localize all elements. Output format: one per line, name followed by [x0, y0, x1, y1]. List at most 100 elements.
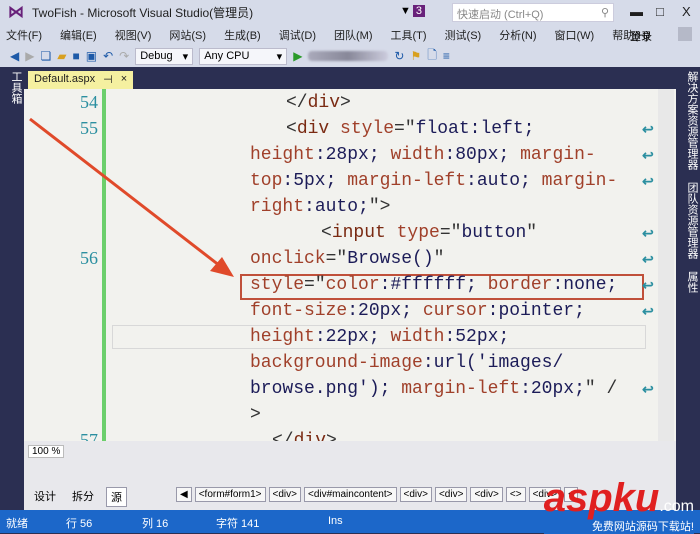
menu-item[interactable]: 网站(S) — [169, 27, 206, 43]
code-token: :80px; — [444, 145, 521, 165]
code-token: input — [331, 223, 386, 243]
breadcrumb-tag[interactable]: <div> — [470, 487, 503, 502]
code-token: =" — [439, 223, 462, 243]
scroll-left-icon[interactable]: ◀ — [176, 487, 192, 502]
back-icon[interactable]: ◀ — [10, 49, 19, 63]
toolbox-panel-tab[interactable]: 工具箱 — [0, 67, 24, 510]
breadcrumb-tag[interactable]: <div> — [399, 487, 432, 502]
minimize-button[interactable]: ▬ — [630, 4, 643, 19]
redo-icon[interactable]: ↷ — [119, 49, 129, 63]
menu-item[interactable]: 编辑(E) — [60, 27, 97, 43]
menu-item[interactable]: 分析(N) — [499, 27, 536, 43]
breadcrumb-tag[interactable]: <div#maincontent> — [303, 487, 397, 502]
comment-icon[interactable]: ≡ — [443, 49, 450, 63]
code-token: style — [329, 119, 395, 139]
notifications[interactable]: ▼ 3 — [400, 5, 426, 17]
browser-target-blurred[interactable] — [308, 51, 389, 61]
code-token: width — [390, 327, 445, 347]
code-token: :auto; — [466, 171, 542, 191]
code-line: > — [250, 404, 261, 426]
code-token: :pointer; — [487, 301, 585, 321]
code-token: :28px; — [314, 145, 391, 165]
breadcrumb-tag[interactable]: <form#form1> — [194, 487, 266, 502]
menu-item[interactable]: 工具(T) — [391, 27, 427, 43]
design-view-button[interactable]: 设计 — [30, 487, 60, 507]
solution-explorer-tab[interactable]: 解决方案资源管理器 — [680, 71, 700, 170]
platform-value: Any CPU — [204, 50, 250, 62]
code-line: <div style="float:left; — [286, 118, 534, 140]
code-token: " / — [584, 379, 618, 399]
breadcrumb-tag[interactable]: <div> — [434, 487, 468, 502]
red-arrow-annotation — [29, 117, 234, 277]
code-editor[interactable]: </div> <div style="float:left; ↩ height:28p… — [24, 89, 676, 441]
code-token: < — [286, 119, 297, 139]
tag-breadcrumb: ◀ <form#form1> <div> <div#maincontent> <div>… — [176, 487, 578, 502]
menu-item[interactable]: 调试(D) — [279, 27, 316, 43]
save-icon[interactable]: ■ — [72, 49, 79, 63]
chevron-down-icon: ▾ — [276, 50, 283, 63]
code-token: browse.png'); — [250, 379, 402, 399]
login-link[interactable]: 登录 — [630, 28, 652, 44]
code-token: margin-left — [401, 379, 521, 399]
view-switcher: 设计 拆分 源 — [30, 487, 127, 507]
tab-default-aspx[interactable]: Default.aspx ⊣ × — [28, 71, 134, 89]
avatar[interactable] — [678, 27, 692, 41]
find-icon[interactable]: ⚑ — [410, 49, 421, 63]
menu-item[interactable]: 文件(F) — [6, 27, 42, 43]
source-view-button[interactable]: 源 — [106, 487, 127, 507]
watermark-slogan: 免费网站源码下载站! — [543, 518, 694, 534]
code-token: height — [250, 145, 315, 165]
close-tab-icon[interactable]: × — [121, 73, 127, 87]
document-tabs: Default.aspx ⊣ × — [24, 67, 676, 89]
word-wrap-icon: ↩ — [642, 147, 654, 163]
line-number: 57 — [80, 430, 98, 441]
config-select[interactable]: Debug ▾ — [135, 47, 194, 65]
code-token: color — [325, 275, 380, 295]
code-token: margin-left — [347, 171, 467, 191]
maximize-button[interactable]: □ — [656, 4, 664, 19]
new-project-icon[interactable]: ❏ — [40, 49, 51, 63]
split-view-button[interactable]: 拆分 — [68, 487, 98, 507]
open-file-icon[interactable]: ▰ — [57, 49, 66, 63]
code-line: browse.png'); margin-left:20px;" / — [250, 378, 617, 400]
forward-icon[interactable]: ▶ — [25, 49, 34, 63]
menu-item[interactable]: 视图(V) — [115, 27, 152, 43]
start-icon[interactable]: ▶ — [293, 49, 302, 63]
status-mode: Ins — [328, 515, 343, 527]
undo-icon[interactable]: ↶ — [103, 49, 113, 63]
breadcrumb-tag[interactable]: <div> — [268, 487, 301, 502]
word-wrap-icon: ↩ — [642, 303, 654, 319]
code-token: :22px; — [314, 327, 391, 347]
refresh-icon[interactable]: ↻ — [394, 49, 404, 63]
code-token: " — [526, 223, 538, 243]
code-token: border — [487, 275, 553, 295]
team-explorer-tab[interactable]: 团队资源管理器 — [680, 182, 700, 259]
pin-icon[interactable]: ⊣ — [103, 73, 113, 87]
code-token: font-size — [250, 301, 348, 321]
breadcrumb-tag[interactable]: <> — [505, 487, 526, 502]
word-wrap-icon: ↩ — [642, 173, 654, 189]
code-token: > — [340, 93, 351, 113]
vertical-scrollbar[interactable] — [658, 89, 674, 441]
document-icon[interactable]: 🗋 — [427, 46, 437, 67]
menu-item[interactable]: 测试(S) — [445, 27, 482, 43]
code-line: font-size:20px; cursor:pointer; — [250, 300, 585, 322]
menu-item[interactable]: 生成(B) — [224, 27, 261, 43]
menu-item[interactable]: 窗口(W) — [555, 27, 595, 43]
status-col: 列 16 — [142, 518, 169, 530]
code-line: </div> — [286, 92, 351, 114]
word-wrap-icon: ↩ — [642, 277, 654, 293]
zoom-select[interactable]: 100 % — [28, 445, 65, 458]
quick-launch-placeholder: 快速启动 (Ctrl+Q) — [457, 9, 544, 21]
menu-item[interactable]: 团队(M) — [334, 27, 373, 43]
save-all-icon[interactable]: ▣ — [86, 49, 97, 63]
close-button[interactable]: X — [682, 4, 691, 19]
platform-select[interactable]: Any CPU ▾ — [199, 47, 288, 65]
code-token: :52px; — [444, 327, 510, 347]
code-token: "> — [368, 197, 391, 217]
properties-tab[interactable]: 属性 — [680, 271, 700, 293]
code-token: :#ffffff; — [379, 275, 488, 295]
quick-launch-input[interactable]: 快速启动 (Ctrl+Q) ⚲ — [452, 3, 614, 22]
code-token: =" — [325, 249, 348, 269]
line-number: 54 — [80, 92, 98, 112]
